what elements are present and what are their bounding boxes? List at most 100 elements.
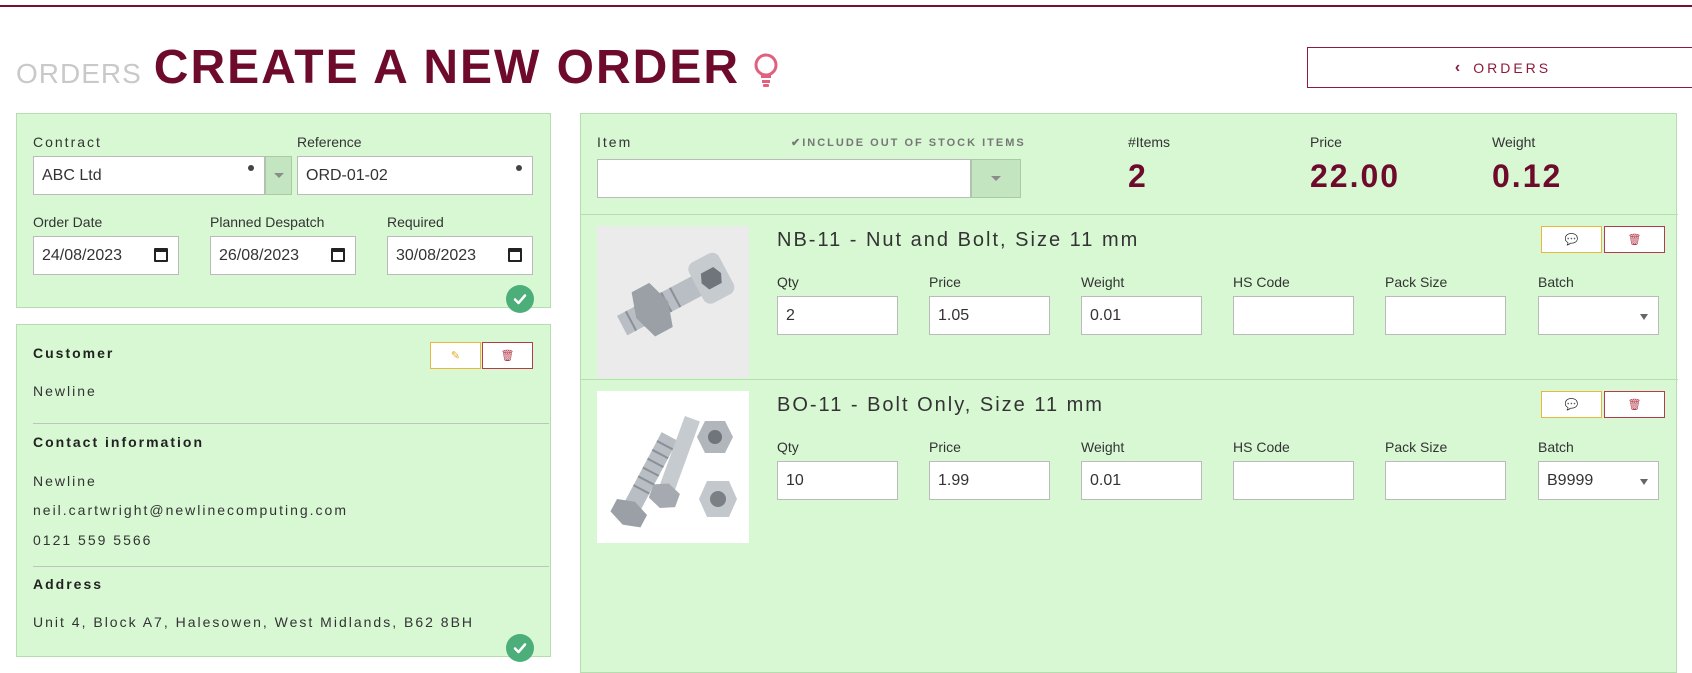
total-weight-value: 0.12 [1492, 158, 1563, 194]
qty-value: 10 [786, 471, 804, 489]
customer-heading: Customer [33, 345, 115, 361]
qty-value: 2 [786, 306, 795, 324]
planned-despatch-value: 26/08/2023 [219, 246, 300, 264]
check-circle-icon [506, 285, 534, 313]
divider [33, 566, 549, 567]
calendar-icon[interactable] [331, 248, 345, 262]
pack-size-input[interactable] [1385, 461, 1506, 500]
pack-size-label: Pack Size [1385, 274, 1448, 290]
qty-input[interactable]: 2 [777, 296, 898, 335]
lightbulb-icon[interactable] [753, 52, 779, 88]
page-header: ORDERS CREATE A NEW ORDER [16, 40, 740, 96]
line-delete-button[interactable]: 🗑 [1604, 226, 1665, 253]
customer-panel: Customer ✎ 🗑 Newline Contact information… [16, 324, 551, 662]
qty-input[interactable]: 10 [777, 461, 898, 500]
batch-value: B9999 [1547, 471, 1594, 489]
include-out-of-stock-toggle[interactable]: ✔INCLUDE OUT OF STOCK ITEMS [791, 136, 1026, 149]
order-items-panel: Item ✔INCLUDE OUT OF STOCK ITEMS #Items … [580, 113, 1678, 673]
required-date-input[interactable]: 30/08/2023 [387, 236, 533, 275]
divider [581, 214, 1678, 215]
line-item-name: NB-11 - Nut and Bolt, Size 11 mm [777, 229, 1140, 251]
batch-select[interactable] [1538, 296, 1659, 335]
hs-code-label: HS Code [1233, 439, 1290, 455]
divider [581, 379, 1678, 380]
include-out-of-stock-label: INCLUDE OUT OF STOCK ITEMS [802, 137, 1026, 149]
price-input[interactable]: 1.99 [929, 461, 1050, 500]
required-dot-icon [516, 165, 522, 171]
order-details-panel: Contract ABC Ltd Reference ORD-01-02 Ord… [16, 113, 551, 313]
reference-input[interactable]: ORD-01-02 [297, 156, 533, 195]
bolt-only-image [597, 391, 749, 543]
items-count-label: #Items [1128, 134, 1171, 150]
price-label: Price [929, 274, 961, 290]
line-comment-button[interactable]: 💬 [1541, 226, 1602, 253]
contract-label: Contract [33, 134, 102, 150]
edit-customer-button[interactable]: ✎ [430, 342, 481, 369]
required-date-value: 30/08/2023 [396, 246, 477, 264]
page-title: CREATE A NEW ORDER [153, 41, 741, 94]
order-date-label: Order Date [33, 214, 103, 230]
customer-name: Newline [33, 383, 97, 399]
pack-size-input[interactable] [1385, 296, 1506, 335]
divider [33, 423, 549, 424]
caret-down-icon [1640, 479, 1648, 485]
address-heading: Address [33, 576, 104, 592]
breadcrumb[interactable]: ORDERS [16, 58, 142, 90]
hs-code-input[interactable] [1233, 461, 1354, 500]
trash-icon: 🗑 [500, 350, 515, 362]
order-date-value: 24/08/2023 [42, 246, 123, 264]
contact-name: Newline [33, 473, 97, 489]
planned-despatch-input[interactable]: 26/08/2023 [210, 236, 356, 275]
line-delete-button[interactable]: 🗑 [1604, 391, 1665, 418]
caret-down-icon [1640, 314, 1648, 320]
batch-label: Batch [1538, 274, 1574, 290]
trash-icon: 🗑 [1627, 234, 1642, 246]
weight-value: 0.01 [1090, 471, 1122, 489]
check-circle-small-icon: ✔ [791, 137, 803, 149]
comment-icon: 💬 [1564, 234, 1579, 246]
contract-dropdown-button[interactable] [265, 156, 292, 195]
pack-size-label: Pack Size [1385, 439, 1448, 455]
delete-customer-button[interactable]: 🗑 [482, 342, 533, 369]
top-accent-line [0, 5, 1692, 7]
price-value: 1.05 [938, 306, 970, 324]
items-count-value: 2 [1128, 158, 1148, 194]
weight-input[interactable]: 0.01 [1081, 461, 1202, 500]
item-search-select[interactable] [597, 159, 971, 198]
check-circle-icon [506, 634, 534, 662]
line-item-name: BO-11 - Bolt Only, Size 11 mm [777, 394, 1104, 416]
required-dot-icon [248, 165, 254, 171]
product-image [597, 391, 749, 543]
order-date-input[interactable]: 24/08/2023 [33, 236, 179, 275]
address-text: Unit 4, Block A7, Halesowen, West Midlan… [33, 614, 475, 630]
item-label: Item [597, 134, 633, 150]
comment-icon: 💬 [1564, 399, 1579, 411]
hs-code-input[interactable] [1233, 296, 1354, 335]
line-comment-button[interactable]: 💬 [1541, 391, 1602, 418]
chevron-left-icon: ‹ [1454, 58, 1464, 76]
total-price-value: 22.00 [1310, 158, 1401, 194]
reference-value: ORD-01-02 [306, 166, 388, 184]
price-value: 1.99 [938, 471, 970, 489]
batch-select[interactable]: B9999 [1538, 461, 1659, 500]
qty-label: Qty [777, 274, 799, 290]
price-label: Price [929, 439, 961, 455]
contact-phone[interactable]: 0121 559 5566 [33, 532, 152, 548]
total-price-label: Price [1310, 134, 1342, 150]
product-image [597, 226, 749, 378]
weight-label: Weight [1081, 439, 1125, 455]
contract-value: ABC Ltd [42, 166, 102, 184]
contact-email[interactable]: neil.cartwright@newlinecomputing.com [33, 502, 348, 518]
weight-input[interactable]: 0.01 [1081, 296, 1202, 335]
trash-icon: 🗑 [1627, 399, 1642, 411]
total-weight-label: Weight [1492, 134, 1536, 150]
price-input[interactable]: 1.05 [929, 296, 1050, 335]
reference-label: Reference [297, 134, 362, 150]
back-to-orders-button[interactable]: ‹ ORDERS [1307, 47, 1692, 88]
calendar-icon[interactable] [154, 248, 168, 262]
contact-heading: Contact information [33, 434, 204, 450]
item-dropdown-button[interactable] [971, 159, 1021, 198]
contract-select[interactable]: ABC Ltd [33, 156, 265, 195]
calendar-icon[interactable] [508, 248, 522, 262]
caret-down-icon [273, 173, 284, 178]
